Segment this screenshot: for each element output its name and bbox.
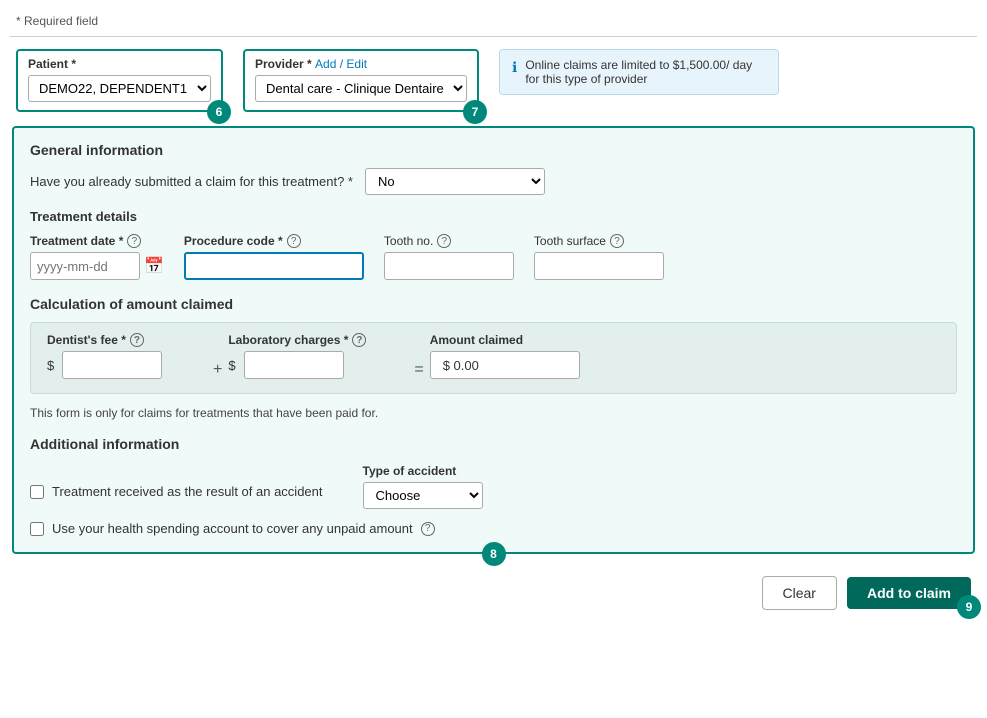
procedure-code-input[interactable] [184,252,364,280]
tooth-surface-input[interactable] [534,252,664,280]
dollar-sign-lab: $ [228,358,235,373]
treatment-date-field: Treatment date * ? 📅 [30,234,164,280]
additional-info-title: Additional information [30,436,957,452]
amount-claimed-label: Amount claimed [430,333,580,347]
page-wrapper: * Required field Patient * DEMO22, DEPEN… [0,0,987,718]
health-spending-help-icon[interactable]: ? [421,522,435,536]
accident-checkbox-row: Treatment received as the result of an a… [30,484,323,499]
info-box: ℹ Online claims are limited to $1,500.00… [499,49,779,95]
header-row: Patient * DEMO22, DEPENDENT1 6 Provider … [0,37,987,122]
calc-box: Dentist's fee * ? $ + Laboratory charges… [30,322,957,394]
health-spending-label[interactable]: Use your health spending account to cove… [52,521,413,536]
treatment-date-help-icon[interactable]: ? [127,234,141,248]
dentist-fee-col: Dentist's fee * ? $ [47,333,207,379]
accident-checkbox[interactable] [30,485,44,499]
procedure-help-icon[interactable]: ? [287,234,301,248]
tooth-no-help-icon[interactable]: ? [437,234,451,248]
equals-operator: = [408,361,429,379]
tooth-no-input[interactable] [384,252,514,280]
calc-section-title: Calculation of amount claimed [30,296,957,312]
clear-button[interactable]: Clear [762,576,837,610]
treatment-fields: Treatment date * ? 📅 Procedure code * ? [30,234,957,280]
provider-section: Provider * Add / Edit Dental care - Clin… [243,49,479,112]
info-icon: ℹ [512,59,517,76]
dentist-fee-input-row: $ [47,351,207,379]
claim-question-select[interactable]: No Yes [365,168,545,195]
tooth-surface-help-icon[interactable]: ? [610,234,624,248]
dentist-fee-label: Dentist's fee * ? [47,333,207,347]
tooth-no-label: Tooth no. ? [384,234,514,248]
procedure-code-label: Procedure code * ? [184,234,364,248]
general-info-title: General information [30,142,957,158]
dentist-fee-input[interactable] [62,351,162,379]
lab-charges-help-icon[interactable]: ? [352,333,366,347]
patient-section: Patient * DEMO22, DEPENDENT1 6 [16,49,223,112]
provider-label: Provider * Add / Edit [255,57,467,71]
treatment-date-input[interactable] [30,252,140,280]
date-wrapper: 📅 [30,252,164,280]
main-panel: General information Have you already sub… [12,126,975,554]
health-spending-row: Use your health spending account to cove… [30,521,957,536]
general-info-row: Have you already submitted a claim for t… [30,168,957,195]
amount-claimed-col: Amount claimed $ 0.00 [430,333,580,379]
dollar-sign-fee: $ [47,358,54,373]
treatment-date-label: Treatment date * ? [30,234,164,248]
provider-select[interactable]: Dental care - Clinique Dentaire [255,75,467,102]
add-to-claim-button[interactable]: Add to claim [847,577,971,609]
step-badge-7: 7 [463,100,487,124]
amount-claimed-display: $ 0.00 [430,351,580,379]
accident-checkbox-label[interactable]: Treatment received as the result of an a… [52,484,323,499]
patient-select[interactable]: DEMO22, DEPENDENT1 [28,75,211,102]
step-badge-9: 9 [957,595,981,619]
lab-charges-input-row: $ [228,351,408,379]
paid-note: This form is only for claims for treatme… [30,406,957,420]
health-spending-checkbox[interactable] [30,522,44,536]
step-badge-8: 8 [482,542,506,566]
tooth-no-field: Tooth no. ? [384,234,514,280]
accident-type-label: Type of accident [363,464,483,478]
accident-section: Treatment received as the result of an a… [30,464,957,509]
plus-operator: + [207,361,228,379]
lab-charges-label: Laboratory charges * ? [228,333,408,347]
footer-row: Clear Add to claim 9 [0,564,987,618]
required-note: * Required field [0,10,987,36]
calendar-icon[interactable]: 📅 [144,256,164,276]
tooth-surface-label: Tooth surface ? [534,234,664,248]
claim-question-label: Have you already submitted a claim for t… [30,174,353,189]
dentist-fee-help-icon[interactable]: ? [130,333,144,347]
patient-label: Patient * [28,57,211,71]
step-badge-6: 6 [207,100,231,124]
tooth-surface-field: Tooth surface ? [534,234,664,280]
accident-type-col: Type of accident Choose Work Auto Other [363,464,483,509]
treatment-details-title: Treatment details [30,209,957,224]
add-edit-link[interactable]: Add / Edit [315,57,367,71]
lab-charges-col: Laboratory charges * ? $ [228,333,408,379]
info-text: Online claims are limited to $1,500.00/ … [525,58,766,86]
accident-type-select[interactable]: Choose Work Auto Other [363,482,483,509]
procedure-code-field: Procedure code * ? [184,234,364,280]
lab-charges-input[interactable] [244,351,344,379]
